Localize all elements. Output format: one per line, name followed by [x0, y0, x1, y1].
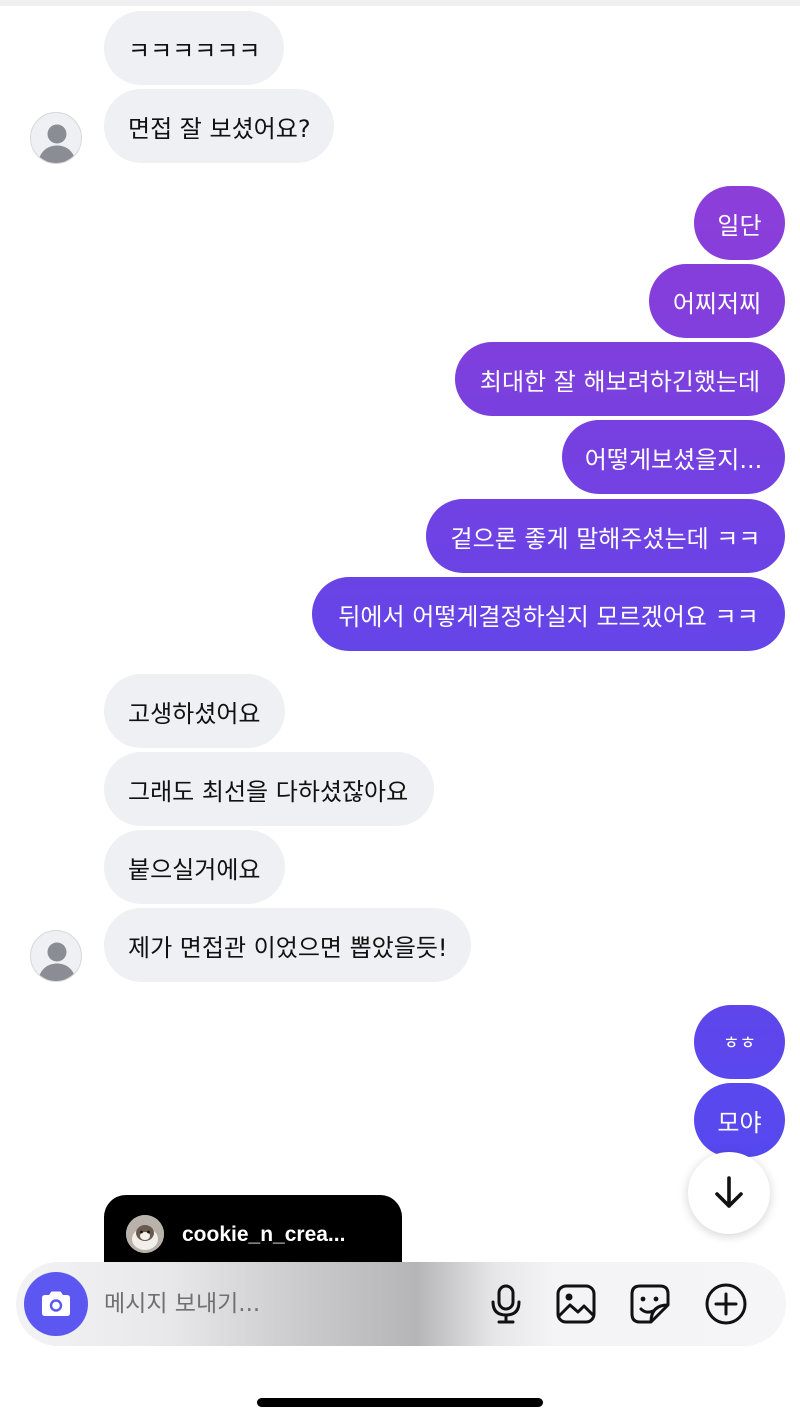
outgoing-message[interactable]: 어떻게보셨을지...	[562, 420, 785, 494]
dog-photo-icon	[126, 1215, 164, 1253]
message-text: 면접 잘 보셨어요?	[128, 114, 311, 143]
message-text: 제가 면접관 이었으면 뽑았을듯!	[128, 933, 448, 962]
message-text: 겉으론 좋게 말해주셨는데 ㅋㅋ	[450, 524, 761, 553]
gallery-button[interactable]	[552, 1280, 600, 1328]
status-strip	[0, 0, 800, 6]
message-text: 모야	[717, 1108, 762, 1137]
arrow-down-icon	[715, 1176, 743, 1208]
message-text: 어떻게보셨을지...	[584, 445, 763, 474]
story-username: cookie_n_crea...	[182, 1223, 346, 1246]
more-options-button[interactable]	[702, 1280, 750, 1328]
message-text: ㅋㅋㅋㅋㅋㅋ	[128, 36, 261, 65]
message-text: 붙으실거에요	[128, 855, 261, 884]
plus-circle-icon	[705, 1283, 747, 1325]
outgoing-message[interactable]: 모야	[694, 1083, 785, 1157]
image-icon	[556, 1284, 596, 1324]
outgoing-message[interactable]: ㅎㅎ	[694, 1005, 785, 1079]
sticker-button[interactable]	[626, 1280, 674, 1328]
incoming-message[interactable]: 붙으실거에요	[104, 830, 285, 904]
outgoing-message[interactable]: 뒤에서 어떻게결정하실지 모르겠어요 ㅋㅋ	[312, 577, 785, 651]
outgoing-message[interactable]: 겉으론 좋게 말해주셨는데 ㅋㅋ	[426, 499, 785, 573]
sticker-icon	[630, 1284, 670, 1324]
message-text: 어찌저찌	[672, 289, 762, 318]
outgoing-message[interactable]: 일단	[694, 186, 785, 260]
sender-avatar[interactable]	[30, 112, 82, 164]
scroll-to-bottom-button[interactable]	[688, 1152, 770, 1234]
incoming-message[interactable]: 고생하셨어요	[104, 674, 285, 748]
message-text: 고생하셨어요	[128, 699, 261, 728]
message-input[interactable]	[104, 1286, 464, 1322]
story-avatar	[126, 1215, 164, 1253]
outgoing-message[interactable]: 어찌저찌	[649, 264, 785, 338]
camera-button[interactable]	[24, 1272, 88, 1336]
home-indicator[interactable]	[257, 1398, 543, 1407]
camera-icon	[42, 1291, 70, 1316]
message-text: 그래도 최선을 다하셨잖아요	[128, 777, 409, 806]
message-text: ㅎㅎ	[722, 1033, 757, 1054]
incoming-message[interactable]: 면접 잘 보셨어요?	[104, 89, 334, 163]
voice-message-button[interactable]	[482, 1280, 530, 1328]
incoming-message[interactable]: ㅋㅋㅋㅋㅋㅋ	[104, 11, 284, 85]
microphone-icon	[491, 1284, 521, 1324]
person-silhouette-icon	[38, 124, 76, 163]
person-silhouette-icon	[38, 942, 76, 981]
outgoing-message[interactable]: 최대한 잘 해보려하긴했는데	[455, 342, 785, 416]
incoming-message[interactable]: 그래도 최선을 다하셨잖아요	[104, 752, 434, 826]
sender-avatar[interactable]	[30, 930, 82, 982]
incoming-message[interactable]: 제가 면접관 이었으면 뽑았을듯!	[104, 908, 471, 982]
message-text: 일단	[717, 211, 762, 240]
message-text: 뒤에서 어떻게결정하실지 모르겠어요 ㅋㅋ	[338, 602, 759, 631]
message-text: 최대한 잘 해보려하긴했는데	[479, 367, 761, 396]
